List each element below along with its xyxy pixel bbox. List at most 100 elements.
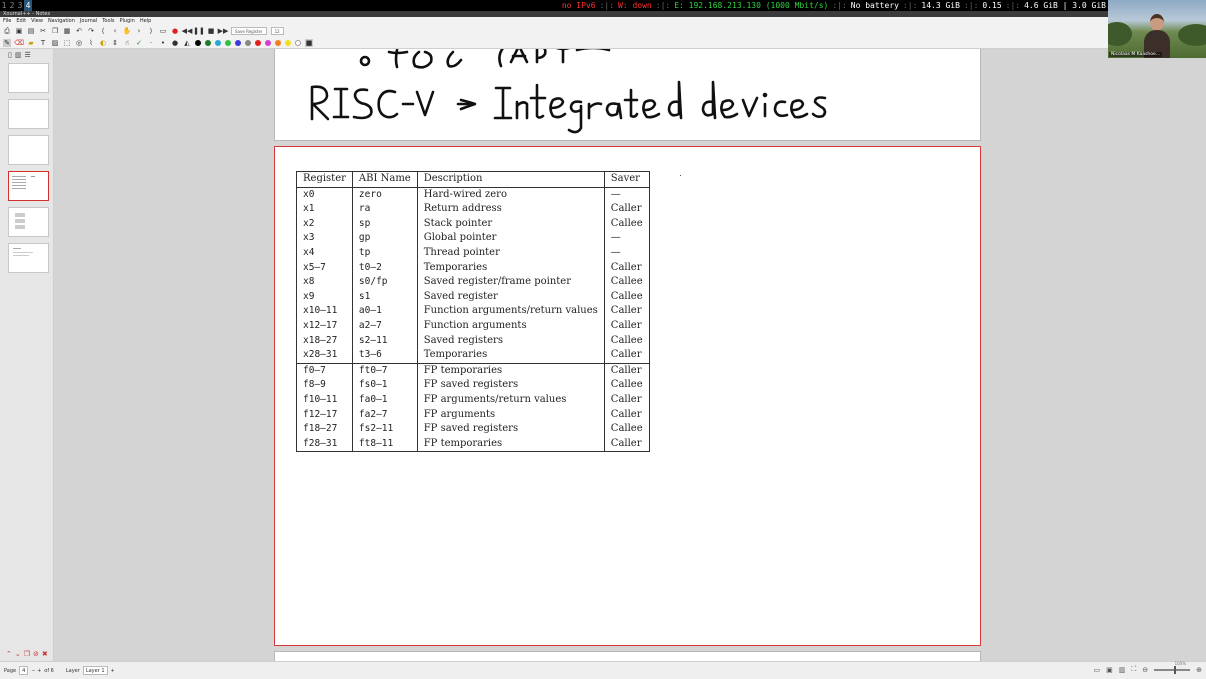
cell-abi-name: s1 <box>351 289 418 305</box>
page-4[interactable]: Register ABI Name Description Saver x0 ze… <box>274 146 981 646</box>
zoom-slider[interactable] <box>1154 665 1191 674</box>
save-icon[interactable]: ▣ <box>15 27 23 35</box>
cell-abi-name: fa0–1 <box>351 392 418 408</box>
layer-number[interactable]: 12 <box>270 27 284 35</box>
page-3[interactable] <box>274 49 981 141</box>
thin-line-icon[interactable]: · <box>147 39 155 47</box>
vertical-space-icon[interactable]: ⇕ <box>111 39 119 47</box>
hand-icon[interactable]: ✋ <box>123 27 132 35</box>
fullscreen-icon[interactable]: ⛶ <box>1131 665 1136 674</box>
menu-journal[interactable]: Journal <box>80 17 97 25</box>
close-page-icon[interactable]: ✖ <box>42 650 48 658</box>
page-5[interactable] <box>274 651 981 661</box>
cell-register: f12–17 <box>303 408 338 420</box>
undo-icon[interactable]: ↶ <box>75 27 83 35</box>
rewind-icon[interactable]: ◀◀ <box>182 27 193 35</box>
color-light-blue[interactable] <box>215 39 221 46</box>
menu-file[interactable]: File <box>3 17 11 25</box>
pen-icon[interactable]: ✎ <box>3 38 11 47</box>
hand-tool-icon[interactable]: ☝ <box>123 39 131 47</box>
color-red[interactable] <box>255 39 261 46</box>
presentation-icon[interactable]: ▣ <box>1106 666 1113 674</box>
custom-color-icon[interactable]: ■ <box>305 38 313 47</box>
move-page-up-icon[interactable]: ⌃ <box>6 650 12 658</box>
layers-tab-icon[interactable]: ▥ <box>15 51 22 59</box>
copy-icon[interactable]: ❐ <box>51 27 59 35</box>
add-layer-icon[interactable]: + <box>111 668 115 674</box>
page-thumbnail-4[interactable] <box>8 171 49 201</box>
col-header-description: Description <box>416 171 605 188</box>
color-gray[interactable] <box>245 39 251 46</box>
cell-description: FP saved registers <box>416 378 605 393</box>
color-black[interactable] <box>195 39 201 46</box>
move-page-down-icon[interactable]: ⌄ <box>15 650 21 658</box>
zoom-in-icon[interactable]: ⊕ <box>1196 666 1202 674</box>
cell-description: FP arguments <box>416 407 605 423</box>
text-icon[interactable]: T <box>39 39 47 47</box>
color-green[interactable] <box>205 39 211 46</box>
paste-icon[interactable]: ▦ <box>63 27 71 35</box>
eraser-icon[interactable]: ⌫ <box>14 39 24 47</box>
workspace-4[interactable]: 4 <box>24 0 32 11</box>
fill-icon[interactable]: ◐ <box>99 39 107 47</box>
medium-line-icon[interactable]: • <box>159 39 167 47</box>
new-page-icon[interactable]: ▭ <box>159 27 167 35</box>
delete-page-icon[interactable]: ⊘ <box>33 650 39 658</box>
image-icon[interactable]: ▨ <box>51 39 59 47</box>
cell-description: FP saved registers <box>416 422 605 437</box>
menu-edit[interactable]: Edit <box>16 17 26 25</box>
copy-page-icon[interactable]: ❐ <box>24 650 30 658</box>
check-icon[interactable]: ✓ <box>135 39 143 47</box>
menu-view[interactable]: View <box>31 17 43 25</box>
previous-page-icon[interactable]: ‹ <box>111 27 119 35</box>
page-thumbnail-1[interactable] <box>8 63 49 93</box>
workspace-3[interactable]: 3 <box>16 0 24 11</box>
single-page-icon[interactable]: ▭ <box>1093 666 1100 674</box>
layer-combo[interactable]: Save Register <box>231 27 267 35</box>
fill-toggle-icon[interactable]: ◭ <box>183 39 191 47</box>
cut-icon[interactable]: ✂ <box>39 27 47 35</box>
stop-icon[interactable]: ■ <box>207 27 215 35</box>
color-light-green[interactable] <box>225 39 231 46</box>
color-magenta[interactable] <box>265 39 271 46</box>
page-count: of 6 <box>44 667 54 674</box>
pause-icon[interactable]: ❚❚ <box>193 27 205 35</box>
page-thumbnail-6[interactable] <box>8 243 49 273</box>
open-icon[interactable]: ▤ <box>27 27 35 35</box>
color-blue[interactable] <box>235 39 241 46</box>
document-canvas[interactable]: Register ABI Name Description Saver x0 ze… <box>55 49 1206 661</box>
page-number-input[interactable]: 4 <box>19 666 29 675</box>
menu-navigation[interactable]: Navigation <box>48 17 75 25</box>
print-icon[interactable]: ⎙ <box>3 27 11 35</box>
last-page-icon[interactable]: ⟩ <box>147 27 155 35</box>
first-page-icon[interactable]: ⟨ <box>99 27 107 35</box>
shape-icon[interactable]: ◎ <box>75 39 83 47</box>
page-thumbnail-2[interactable] <box>8 99 49 129</box>
page-thumbnail-5[interactable] <box>8 207 49 237</box>
color-yellow[interactable] <box>285 39 291 46</box>
menu-tools[interactable]: Tools <box>102 17 114 25</box>
next-page-icon[interactable]: › <box>135 27 143 35</box>
page-stepper-icon[interactable]: − + <box>31 668 41 674</box>
zoom-out-icon[interactable]: ⊖ <box>1142 666 1148 674</box>
workspace-1[interactable]: 1 <box>0 0 8 11</box>
page-thumbnail-3[interactable] <box>8 135 49 165</box>
page-preview-tab-icon[interactable]: ▯ <box>8 51 12 59</box>
menu-plugin[interactable]: Plugin <box>120 17 135 25</box>
color-orange[interactable] <box>275 39 281 46</box>
outline-tab-icon[interactable]: ☰ <box>24 51 30 59</box>
color-white[interactable] <box>295 39 301 46</box>
workspace-2[interactable]: 2 <box>8 0 16 11</box>
redo-icon[interactable]: ↷ <box>87 27 95 35</box>
paired-pages-icon[interactable]: ▥ <box>1119 666 1126 674</box>
ruler-icon[interactable]: ⌇ <box>87 39 95 47</box>
thick-line-icon[interactable]: ● <box>171 39 179 47</box>
highlighter-icon[interactable]: ▰ <box>27 39 35 47</box>
cell-saver: Caller <box>603 260 650 276</box>
menu-help[interactable]: Help <box>140 17 151 25</box>
cell-register: x5–7 <box>303 261 326 273</box>
record-icon[interactable]: ● <box>171 27 179 35</box>
layer-select[interactable]: Layer 1 <box>82 666 108 675</box>
select-icon[interactable]: ⬚ <box>63 39 71 47</box>
forward-icon[interactable]: ▶▶ <box>218 27 229 35</box>
